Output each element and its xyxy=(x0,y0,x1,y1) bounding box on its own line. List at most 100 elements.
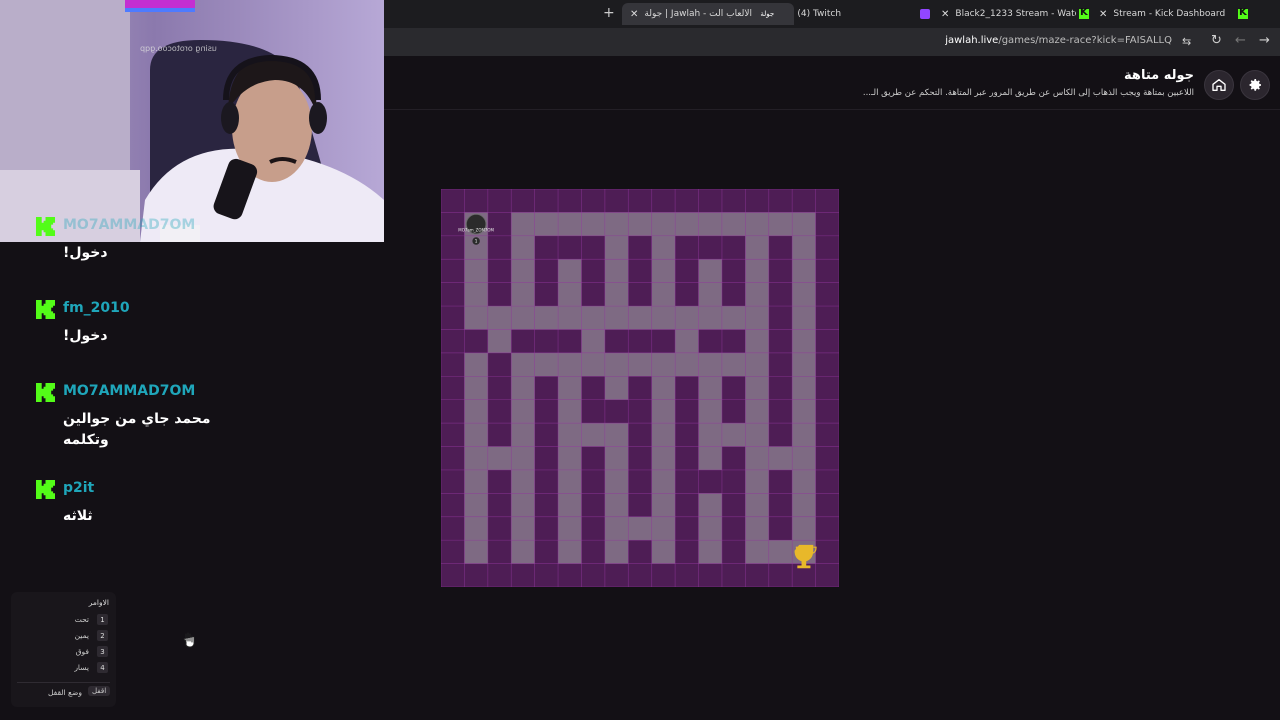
maze-path-cell xyxy=(745,446,769,470)
maze-path-cell xyxy=(511,423,535,447)
maze-path-cell xyxy=(651,493,676,517)
maze-path-cell xyxy=(651,212,676,236)
maze-path-cell xyxy=(511,469,535,494)
maze-path-cell xyxy=(558,399,582,424)
maze-path-cell xyxy=(651,259,676,283)
chat-username[interactable]: p2it xyxy=(63,480,94,496)
maze-path-cell xyxy=(651,282,676,307)
maze-path-cell xyxy=(534,212,559,236)
maze-path-cell xyxy=(604,540,629,564)
close-tab-icon[interactable]: ✕ xyxy=(630,9,638,20)
maze-board: MO7am_ZOM7OM 1 xyxy=(441,189,839,587)
back-icon[interactable]: ← xyxy=(1235,33,1246,48)
settings-button[interactable] xyxy=(1240,70,1270,100)
maze-path-cell xyxy=(768,212,793,236)
player-name: MO7am_ZOM7OM xyxy=(458,228,494,233)
new-tab-button[interactable]: + xyxy=(603,5,615,21)
maze-path-cell xyxy=(604,423,629,447)
command-number: 4 xyxy=(97,662,108,673)
tab-black2-stream[interactable]: ✕ Black2_1233 Stream - Watch Li xyxy=(941,3,1076,25)
maze-path-cell xyxy=(792,212,816,236)
forward-icon[interactable]: → xyxy=(1259,33,1270,48)
maze-path-cell xyxy=(464,399,488,424)
maze-path-cell xyxy=(698,540,722,564)
maze-path-cell xyxy=(768,540,793,564)
maze-path-cell xyxy=(745,540,769,564)
maze-path-cell xyxy=(487,446,512,470)
tab-title: Stream - Kick Dashboard xyxy=(1113,9,1226,19)
maze-path-cell xyxy=(464,540,488,564)
tab-title: (4) Twitch xyxy=(797,9,842,19)
home-icon xyxy=(1212,79,1226,91)
maze-path-cell xyxy=(558,259,582,283)
maze-path-cell xyxy=(604,212,629,236)
maze-path-cell xyxy=(487,306,512,330)
lock-button[interactable]: اقفل xyxy=(88,686,111,696)
maze-path-cell xyxy=(581,423,605,447)
home-button[interactable] xyxy=(1204,70,1234,100)
command-number: 1 xyxy=(97,614,108,625)
maze-path-cell xyxy=(558,352,582,377)
maze-path-cell xyxy=(604,446,629,470)
maze-path-cell xyxy=(604,235,629,260)
maze-path-cell xyxy=(581,306,605,330)
webcam-overlay-text: using orotocoo.gqp xyxy=(140,44,217,53)
commands-divider xyxy=(17,682,110,683)
maze-path-cell xyxy=(464,352,488,377)
maze-path-cell xyxy=(675,306,699,330)
command-label: يسار xyxy=(74,663,89,672)
maze-path-cell xyxy=(698,446,722,470)
maze-path-cell xyxy=(558,376,582,400)
command-right[interactable]: 2 يمين xyxy=(75,630,108,641)
maze-path-cell xyxy=(558,212,582,236)
maze-path-cell xyxy=(745,352,769,377)
maze-path-cell xyxy=(651,352,676,377)
maze-path-cell xyxy=(792,352,816,377)
twitch-icon xyxy=(920,9,930,19)
gear-icon xyxy=(1249,79,1261,91)
kick-icon xyxy=(1079,7,1089,19)
kick-badge-icon xyxy=(36,217,55,236)
chat-username[interactable]: MO7AMMAD7OM xyxy=(63,217,195,233)
tab-twitch[interactable]: ✕ (4) Twitch xyxy=(783,3,913,25)
webcam-video xyxy=(0,0,384,242)
maze-path-cell xyxy=(604,376,629,400)
tab-title: جولة | Jawlah - منصة الألعاب الت xyxy=(644,9,754,19)
maze-path-cell xyxy=(698,282,722,307)
maze-path-cell xyxy=(558,540,582,564)
maze-path-cell xyxy=(675,352,699,377)
tab-jawlah[interactable]: ✕ جولة | Jawlah - منصة الألعاب الت جولة xyxy=(622,3,794,25)
maze-path-cell xyxy=(745,282,769,307)
maze-path-cell xyxy=(792,306,816,330)
maze-path-cell xyxy=(604,493,629,517)
maze-path-cell xyxy=(721,306,746,330)
maze-path-cell xyxy=(698,352,722,377)
close-tab-icon[interactable]: ✕ xyxy=(1099,9,1107,20)
maze-path-cell xyxy=(745,469,769,494)
command-down[interactable]: 1 تحت xyxy=(75,614,108,625)
command-left[interactable]: 4 يسار xyxy=(74,662,108,673)
close-tab-icon[interactable]: ✕ xyxy=(941,9,949,20)
maze-path-cell xyxy=(721,423,746,447)
maze-path-cell xyxy=(768,446,793,470)
chat-username[interactable]: fm_2010 xyxy=(63,300,130,316)
url-field[interactable]: jawlah.live/games/maze-race?kick=FAISALL… xyxy=(945,35,1172,46)
maze-path-cell xyxy=(511,540,535,564)
maze-path-cell xyxy=(675,212,699,236)
site-settings-icon[interactable]: ⇆ xyxy=(1182,35,1191,48)
maze-path-cell xyxy=(511,516,535,541)
maze-path-cell xyxy=(745,235,769,260)
maze-path-cell xyxy=(698,493,722,517)
tab-kick-dashboard[interactable]: ✕ Stream - Kick Dashboard xyxy=(1099,3,1249,25)
reload-icon[interactable]: ↻ xyxy=(1211,33,1222,48)
maze-path-cell xyxy=(558,469,582,494)
maze-path-cell xyxy=(792,493,816,517)
maze-path-cell xyxy=(745,399,769,424)
jawlah-icon: جولة xyxy=(760,10,775,18)
command-up[interactable]: 3 فوق xyxy=(76,646,108,657)
maze-path-cell xyxy=(792,235,816,260)
maze-path-cell xyxy=(604,306,629,330)
chat-username[interactable]: MO7AMMAD7OM xyxy=(63,383,195,399)
maze-path-cell xyxy=(792,469,816,494)
maze-path-cell xyxy=(745,516,769,541)
